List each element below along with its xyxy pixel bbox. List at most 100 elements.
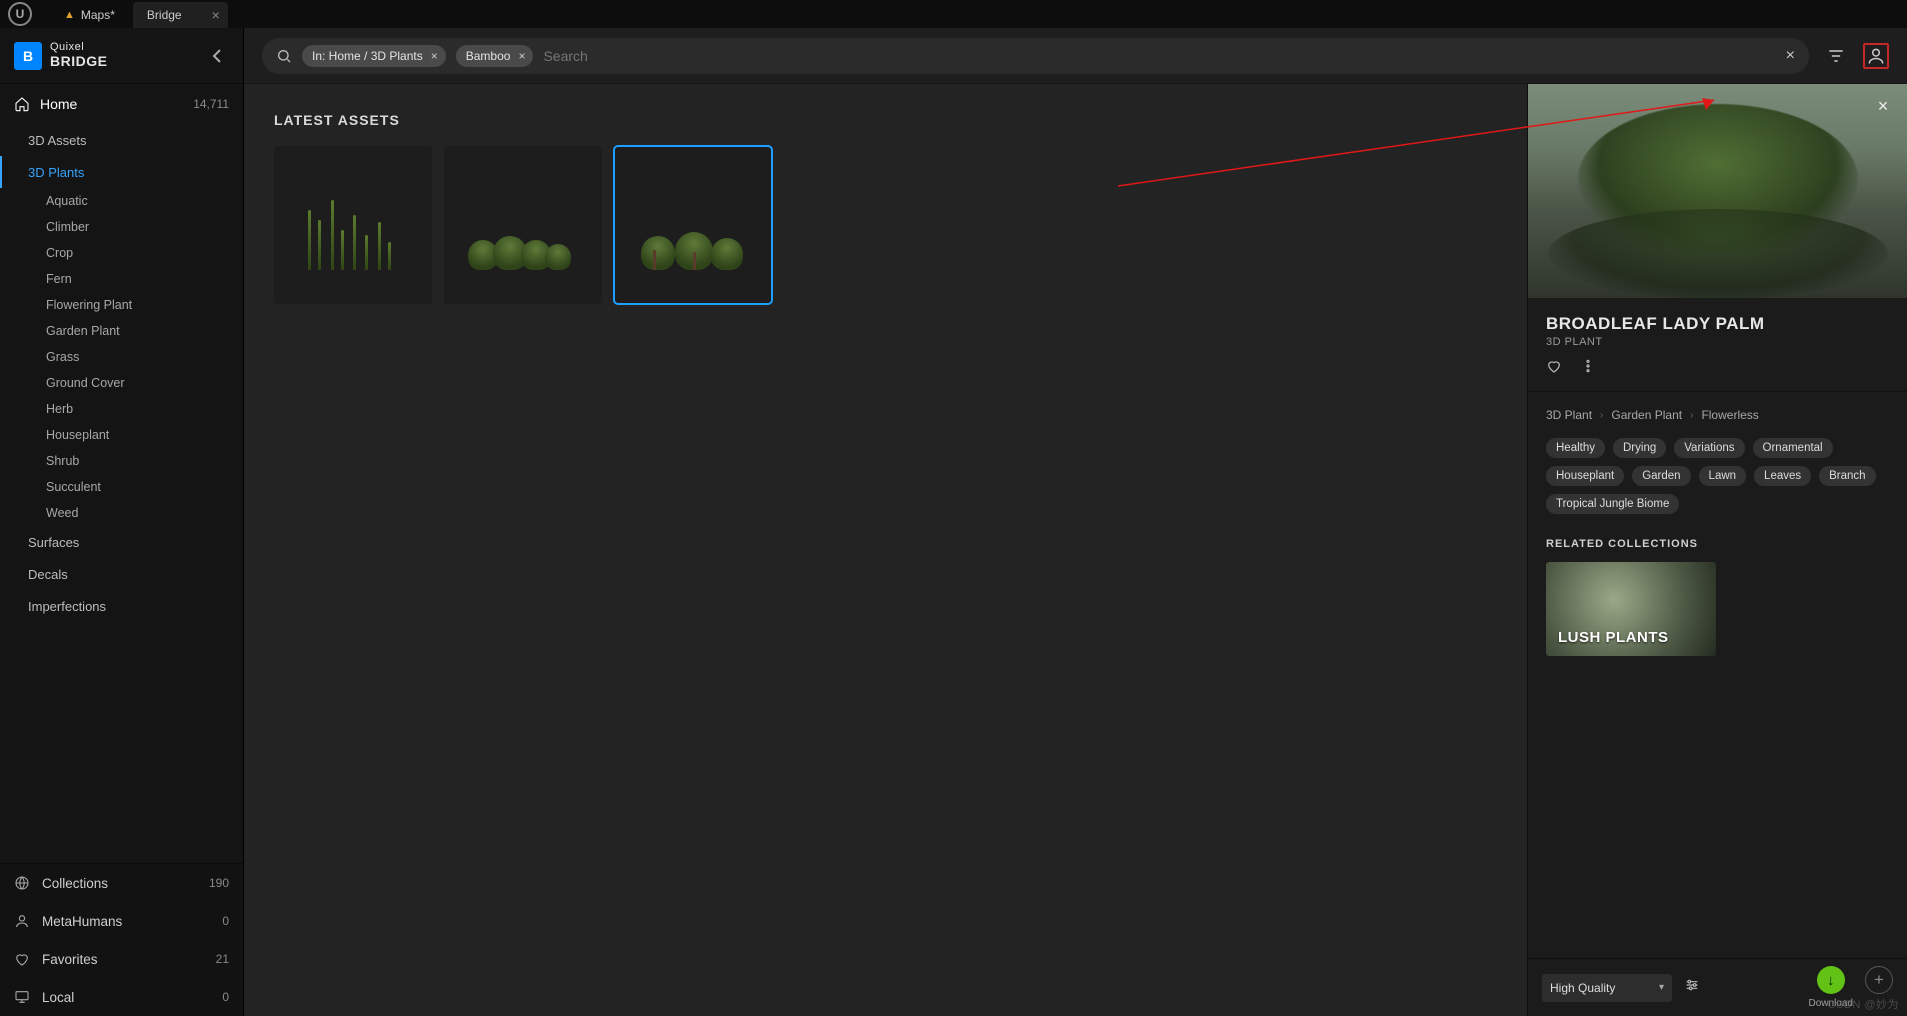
related-card-label: LUSH PLANTS bbox=[1558, 629, 1669, 646]
plant-thumb-icon bbox=[463, 180, 583, 270]
account-button[interactable] bbox=[1863, 43, 1889, 69]
sidebar-item-succulent[interactable]: Succulent bbox=[0, 474, 243, 500]
bridge-logo-icon: B bbox=[14, 42, 42, 70]
sidebar-item-surfaces[interactable]: Surfaces bbox=[0, 526, 243, 558]
detail-body: 3D Plant › Garden Plant › Flowerless Healt… bbox=[1528, 392, 1907, 958]
sidebar-home-label: Home bbox=[40, 96, 77, 112]
chip-remove-icon[interactable]: × bbox=[431, 49, 438, 63]
dirty-dot-icon: ▲ bbox=[64, 9, 75, 21]
search-icon bbox=[276, 48, 292, 64]
sidebar-item-3d-assets[interactable]: 3D Assets bbox=[0, 124, 243, 156]
title-bar: U ▲ Maps* Bridge × bbox=[0, 0, 1907, 28]
detail-close-button[interactable]: × bbox=[1871, 94, 1895, 118]
sidebar-home-count: 14,711 bbox=[193, 97, 229, 111]
asset-card-selected[interactable] bbox=[614, 146, 772, 304]
sidebar-item-grass[interactable]: Grass bbox=[0, 344, 243, 370]
sidebar-bottom: Collections190 MetaHumans0 Favorites21 L… bbox=[0, 863, 243, 1016]
search-chip-term[interactable]: Bamboo× bbox=[456, 45, 534, 67]
globe-icon bbox=[14, 875, 30, 891]
related-collection-card[interactable]: LUSH PLANTS bbox=[1546, 562, 1716, 656]
detail-breadcrumb: 3D Plant › Garden Plant › Flowerless bbox=[1546, 408, 1889, 422]
sidebar-tree: Home 14,711 3D Assets 3D Plants Aquatic … bbox=[0, 84, 243, 863]
monitor-icon bbox=[14, 989, 30, 1005]
sidebar-item-shrub[interactable]: Shrub bbox=[0, 448, 243, 474]
gallery-heading: LATEST ASSETS bbox=[274, 112, 1497, 128]
brand-row: B Quixel BRIDGE bbox=[0, 28, 243, 84]
sidebar-item-garden-plant[interactable]: Garden Plant bbox=[0, 318, 243, 344]
tag[interactable]: Leaves bbox=[1754, 466, 1811, 486]
sidebar-item-fern[interactable]: Fern bbox=[0, 266, 243, 292]
crumb[interactable]: Flowerless bbox=[1701, 408, 1758, 422]
tag[interactable]: Drying bbox=[1613, 438, 1666, 458]
gallery: LATEST ASSETS bbox=[244, 84, 1527, 1016]
sidebar-item-crop[interactable]: Crop bbox=[0, 240, 243, 266]
detail-title: BROADLEAF LADY PALM bbox=[1546, 314, 1889, 334]
download-icon: ↓ bbox=[1817, 966, 1845, 994]
plant-thumb-icon bbox=[633, 180, 753, 270]
sidebar-back-button[interactable] bbox=[205, 44, 229, 68]
person-icon bbox=[14, 913, 30, 929]
tag[interactable]: Lawn bbox=[1699, 466, 1747, 486]
sidebar: B Quixel BRIDGE Home 14,711 3D Assets 3D… bbox=[0, 28, 244, 1016]
tag[interactable]: Healthy bbox=[1546, 438, 1605, 458]
sidebar-item-aquatic[interactable]: Aquatic bbox=[0, 188, 243, 214]
detail-tags: Healthy Drying Variations Ornamental Hou… bbox=[1546, 438, 1889, 514]
search-clear-icon[interactable]: × bbox=[1786, 47, 1795, 65]
watermark: CSDN @妙为 bbox=[1828, 996, 1899, 1012]
brand-text: Quixel BRIDGE bbox=[50, 42, 107, 68]
quality-select[interactable]: High Quality ▾ bbox=[1542, 974, 1672, 1002]
asset-card[interactable] bbox=[444, 146, 602, 304]
favorite-button[interactable] bbox=[1546, 358, 1562, 379]
chevron-right-icon: › bbox=[1690, 410, 1693, 421]
detail-panel: × BROADLEAF LADY PALM 3D PLANT 3D Plant ›… bbox=[1527, 84, 1907, 1016]
heart-icon bbox=[14, 951, 30, 967]
tag[interactable]: Houseplant bbox=[1546, 466, 1624, 486]
sidebar-item-3d-plants[interactable]: 3D Plants bbox=[0, 156, 243, 188]
tag[interactable]: Ornamental bbox=[1753, 438, 1833, 458]
tab-close-icon[interactable]: × bbox=[212, 7, 220, 23]
sidebar-item-herb[interactable]: Herb bbox=[0, 396, 243, 422]
related-heading: RELATED COLLECTIONS bbox=[1546, 538, 1889, 550]
crumb[interactable]: Garden Plant bbox=[1611, 408, 1682, 422]
filter-button[interactable] bbox=[1823, 43, 1849, 69]
hero-plant-image bbox=[1528, 84, 1907, 298]
tab-level-label: Maps* bbox=[81, 8, 115, 22]
sidebar-item-weed[interactable]: Weed bbox=[0, 500, 243, 526]
sidebar-item-houseplant[interactable]: Houseplant bbox=[0, 422, 243, 448]
export-settings-button[interactable] bbox=[1684, 977, 1700, 998]
plant-thumb-icon bbox=[293, 180, 413, 270]
search-chip-path[interactable]: In: Home / 3D Plants× bbox=[302, 45, 446, 67]
search-bar[interactable]: In: Home / 3D Plants× Bamboo× × bbox=[262, 38, 1809, 74]
asset-cards bbox=[274, 146, 1497, 304]
sidebar-item-decals[interactable]: Decals bbox=[0, 558, 243, 590]
home-icon bbox=[14, 96, 30, 112]
more-menu-button[interactable] bbox=[1580, 358, 1596, 379]
sidebar-item-ground-cover[interactable]: Ground Cover bbox=[0, 370, 243, 396]
chevron-down-icon: ▾ bbox=[1659, 982, 1664, 993]
asset-card[interactable] bbox=[274, 146, 432, 304]
tag[interactable]: Garden bbox=[1632, 466, 1690, 486]
detail-hero: × bbox=[1528, 84, 1907, 298]
sidebar-item-imperfections[interactable]: Imperfections bbox=[0, 590, 243, 622]
tab-level[interactable]: ▲ Maps* bbox=[50, 2, 129, 28]
unreal-logo-icon: U bbox=[8, 2, 32, 26]
chip-remove-icon[interactable]: × bbox=[518, 49, 525, 63]
plus-icon: + bbox=[1865, 966, 1893, 994]
sidebar-home[interactable]: Home 14,711 bbox=[0, 84, 243, 124]
detail-subtitle: 3D PLANT bbox=[1546, 336, 1889, 348]
tag[interactable]: Branch bbox=[1819, 466, 1875, 486]
sidebar-favorites[interactable]: Favorites21 bbox=[0, 940, 243, 978]
sidebar-collections[interactable]: Collections190 bbox=[0, 864, 243, 902]
sidebar-item-climber[interactable]: Climber bbox=[0, 214, 243, 240]
detail-header: BROADLEAF LADY PALM 3D PLANT bbox=[1528, 298, 1907, 392]
tag[interactable]: Variations bbox=[1674, 438, 1744, 458]
search-input[interactable] bbox=[543, 48, 1775, 64]
sidebar-item-flowering-plant[interactable]: Flowering Plant bbox=[0, 292, 243, 318]
sidebar-local[interactable]: Local0 bbox=[0, 978, 243, 1016]
main: In: Home / 3D Plants× Bamboo× × LATEST A… bbox=[244, 28, 1907, 1016]
chevron-right-icon: › bbox=[1600, 410, 1603, 421]
tab-bridge[interactable]: Bridge × bbox=[133, 2, 228, 28]
crumb[interactable]: 3D Plant bbox=[1546, 408, 1592, 422]
sidebar-metahumans[interactable]: MetaHumans0 bbox=[0, 902, 243, 940]
tag[interactable]: Tropical Jungle Biome bbox=[1546, 494, 1679, 514]
